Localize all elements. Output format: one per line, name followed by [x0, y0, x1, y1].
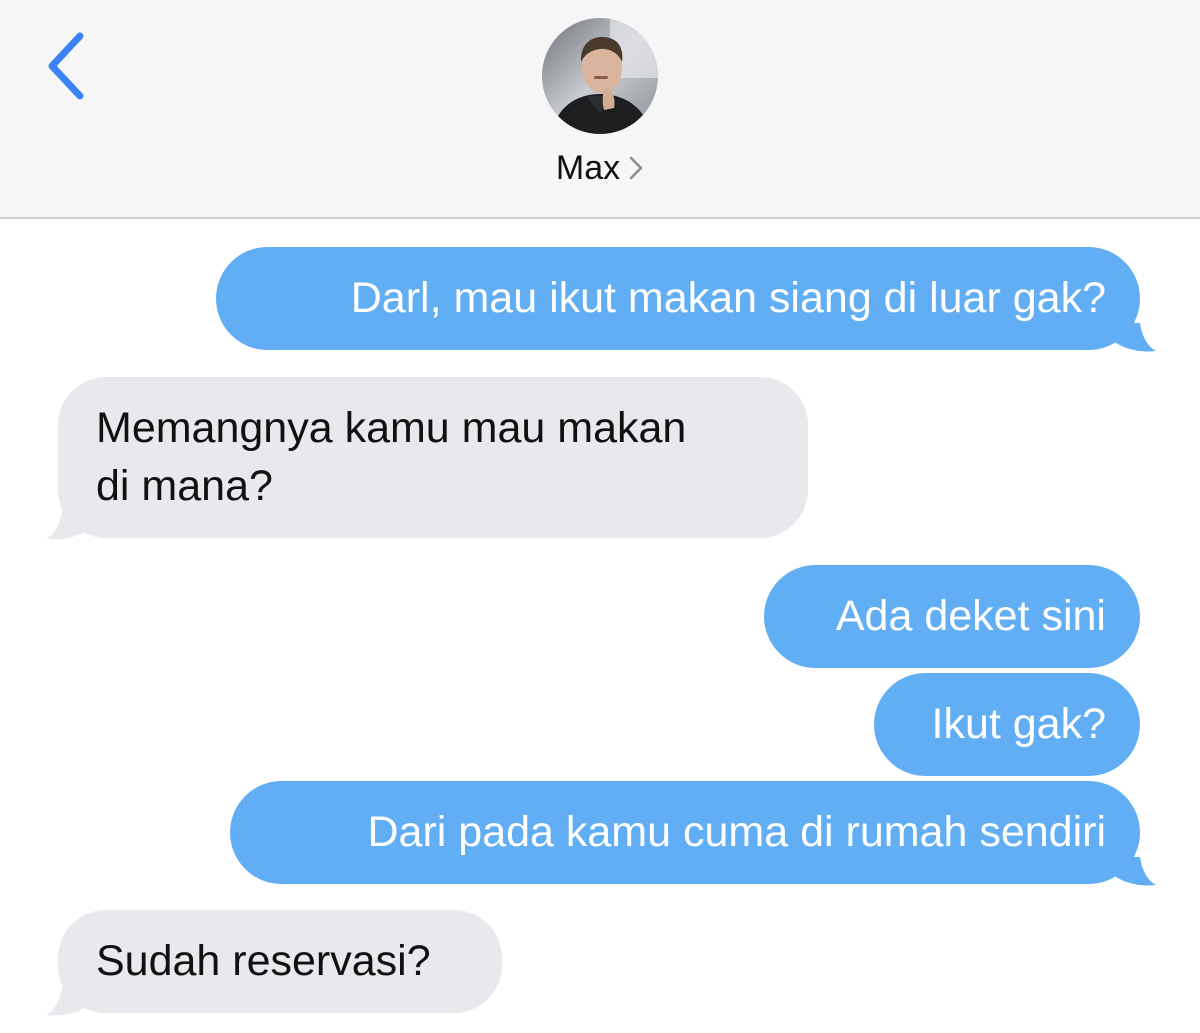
back-button[interactable] — [38, 28, 98, 104]
conversation-header: Max — [0, 0, 1200, 219]
avatar-photo — [542, 18, 658, 134]
incoming-message-bubble[interactable]: Sudah reservasi? — [58, 910, 502, 1013]
contact-avatar[interactable] — [542, 18, 658, 134]
contact-name-button[interactable]: Max — [0, 146, 1200, 190]
message-thread: Darl, mau ikut makan siang di luar gak? … — [0, 219, 1200, 1033]
message-text: Ada deket sini — [835, 592, 1106, 640]
message-text-line: Memangnya kamu mau makan — [96, 404, 687, 452]
message-text: Dari pada kamu cuma di rumah sendiri — [367, 808, 1107, 856]
message-text: Darl, mau ikut makan siang di luar gak? — [350, 274, 1106, 322]
contact-name: Max — [555, 149, 621, 187]
outgoing-message-bubble[interactable]: Ada deket sini — [764, 565, 1140, 668]
chevron-right-icon — [629, 156, 643, 180]
message-text: Ikut gak? — [931, 700, 1107, 748]
outgoing-message-bubble[interactable]: Ikut gak? — [874, 673, 1140, 776]
incoming-message-bubble[interactable]: Memangnya kamu mau makan di mana? — [58, 377, 808, 538]
message-text: Sudah reservasi? — [96, 937, 431, 985]
chevron-left-icon — [48, 32, 84, 100]
message-text-line: di mana? — [96, 462, 273, 510]
outgoing-message-bubble[interactable]: Dari pada kamu cuma di rumah sendiri — [230, 781, 1140, 884]
outgoing-message-bubble[interactable]: Darl, mau ikut makan siang di luar gak? — [216, 247, 1140, 350]
